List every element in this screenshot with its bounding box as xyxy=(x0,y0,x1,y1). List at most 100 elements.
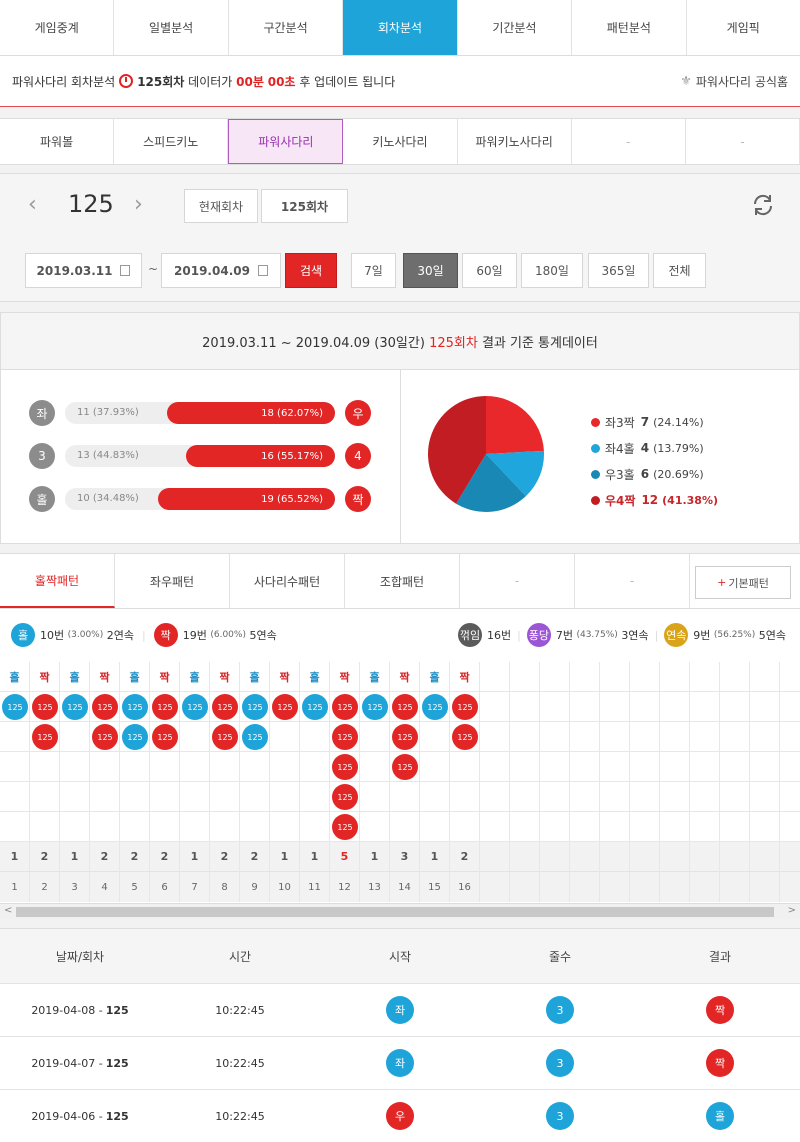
range-button[interactable]: 7일 xyxy=(351,253,396,288)
game-tab[interactable]: 파워키노사다리 xyxy=(458,119,572,164)
left-value: 10 (34.48%) xyxy=(77,493,139,504)
date-from-field[interactable]: 2019.03.11 xyxy=(25,253,142,288)
pattern-cell: 125 xyxy=(120,692,150,722)
column-index-cell: 5 xyxy=(120,872,150,902)
column-index-cell: 15 xyxy=(420,872,450,902)
homepage-label: 파워사다리 공식홈 xyxy=(695,74,788,89)
column-index-cell xyxy=(690,872,720,902)
search-button[interactable]: 검색 xyxy=(285,253,337,288)
pattern-ball: 125 xyxy=(92,724,118,750)
range-button[interactable]: 180일 xyxy=(521,253,583,288)
prev-round-arrow-icon[interactable]: ‹ xyxy=(28,192,37,217)
table-header-cell: 결과 xyxy=(708,949,732,964)
nav-item[interactable]: 일별분석 xyxy=(114,0,229,55)
streak-count-cell xyxy=(660,842,690,872)
game-tab[interactable]: 스피드키노 xyxy=(114,119,229,164)
lines-badge: 3 xyxy=(546,996,574,1024)
pattern-cell xyxy=(660,752,690,782)
pattern-cell xyxy=(750,782,780,812)
streak-count-cell: 3 xyxy=(390,842,420,872)
even-badge: 짝 xyxy=(153,623,178,647)
nav-item[interactable]: 게임중계 xyxy=(0,0,115,55)
pie-chart xyxy=(428,396,544,512)
nav-item[interactable]: 패턴분석 xyxy=(572,0,687,55)
range-button[interactable]: 전체 xyxy=(653,253,706,288)
range-button[interactable]: 30일 xyxy=(403,253,458,288)
column-index-cell: 16 xyxy=(450,872,480,902)
pattern-ball: 125 xyxy=(122,724,148,750)
nav-item[interactable]: 기간분석 xyxy=(458,0,573,55)
game-tab[interactable]: - xyxy=(686,119,800,164)
pattern-column-header: 홀 xyxy=(240,662,270,692)
game-tab[interactable]: - xyxy=(572,119,686,164)
pattern-cell: 125 xyxy=(360,692,390,722)
game-tab[interactable]: 파워볼 xyxy=(0,119,115,164)
column-index-cell: 2 xyxy=(30,872,60,902)
date-from-value: 2019.03.11 xyxy=(36,263,113,278)
pattern-tab[interactable]: - xyxy=(575,554,690,608)
column-index-cell: 8 xyxy=(210,872,240,902)
pattern-cell xyxy=(540,722,570,752)
pattern-cell: 125 xyxy=(90,722,120,752)
scroll-thumb[interactable] xyxy=(16,907,774,917)
nav-item[interactable]: 회차분석 xyxy=(343,0,458,55)
start-cell: 좌 xyxy=(320,1037,480,1089)
result-badge: 짝 xyxy=(706,1049,734,1077)
pattern-tab[interactable]: 홀짝패턴 xyxy=(0,554,115,608)
game-tab[interactable]: 키노사다리 xyxy=(343,119,458,164)
refresh-icon[interactable] xyxy=(750,192,776,221)
current-round-button[interactable]: 현재회차 xyxy=(184,189,258,223)
streak-count-cell: 1 xyxy=(0,842,30,872)
range-button[interactable]: 365일 xyxy=(588,253,649,288)
pattern-cell: 125 xyxy=(60,692,90,722)
pattern-cell: 125 xyxy=(330,812,360,842)
pattern-tab[interactable]: 조합패턴 xyxy=(345,554,460,608)
ratio-row: 좌 11 (37.93%) 18 (62.07%) 우 xyxy=(29,400,373,428)
horizontal-scrollbar[interactable]: < > xyxy=(0,903,800,919)
pattern-cell xyxy=(270,782,300,812)
legend-count: 7 xyxy=(640,415,650,429)
pattern-cell: 125 xyxy=(240,692,270,722)
basic-pattern-button[interactable]: + 기본패턴 xyxy=(695,566,791,599)
game-tab[interactable]: 파워사다리 xyxy=(228,119,344,164)
streak-count-cell: 2 xyxy=(450,842,480,872)
pattern-cell xyxy=(570,782,600,812)
pattern-cell xyxy=(600,812,630,842)
homepage-link[interactable]: ⚜ 파워사다리 공식홈 xyxy=(680,73,788,90)
pattern-ball: 125 xyxy=(332,784,358,810)
pattern-cell xyxy=(0,812,30,842)
pattern-cell xyxy=(750,812,780,842)
date-to-field[interactable]: 2019.04.09 xyxy=(161,253,281,288)
pattern-cell xyxy=(210,812,240,842)
next-round-arrow-icon[interactable]: › xyxy=(134,192,143,217)
legend-count: 4 xyxy=(640,441,650,455)
pattern-column-header: 홀 xyxy=(360,662,390,692)
table-row: 2019-04-06 -125 10:22:45 우 3 홀 xyxy=(0,1090,800,1142)
streak-count-cell: 1 xyxy=(180,842,210,872)
ratio-track: 13 (44.83%) 16 (55.17%) xyxy=(65,445,335,467)
ladder-logo-icon: ⚜ xyxy=(680,73,692,89)
pattern-tab[interactable]: 좌우패턴 xyxy=(115,554,230,608)
stats-suffix: 결과 기준 통계데이터 xyxy=(481,335,598,351)
nav-item[interactable]: 게임픽 xyxy=(687,0,800,55)
streak-count-cell: 2 xyxy=(120,842,150,872)
scroll-right-arrow-icon[interactable]: > xyxy=(788,905,796,916)
column-index-cell xyxy=(660,872,690,902)
pattern-tab[interactable]: - xyxy=(460,554,575,608)
pattern-cell xyxy=(120,752,150,782)
pattern-column-header xyxy=(600,662,630,692)
column-index-cell xyxy=(480,872,510,902)
legend-item: 좌3짝 7 (24.14%) xyxy=(591,409,718,435)
pattern-tab[interactable]: 사다리수패턴 xyxy=(230,554,345,608)
pattern-cell: 125 xyxy=(390,752,420,782)
start-badge: 좌 xyxy=(386,1049,414,1077)
pattern-ball: 125 xyxy=(152,724,178,750)
scroll-left-arrow-icon[interactable]: < xyxy=(4,905,12,916)
range-button[interactable]: 60일 xyxy=(462,253,517,288)
ratio-row: 홀 10 (34.48%) 19 (65.52%) 짝 xyxy=(29,486,373,514)
nav-item[interactable]: 구간분석 xyxy=(229,0,344,55)
plus-icon: + xyxy=(717,576,727,589)
pattern-column-header: 짝 xyxy=(150,662,180,692)
round-box[interactable]: 125회차 xyxy=(261,189,348,223)
result-badge: 짝 xyxy=(706,996,734,1024)
